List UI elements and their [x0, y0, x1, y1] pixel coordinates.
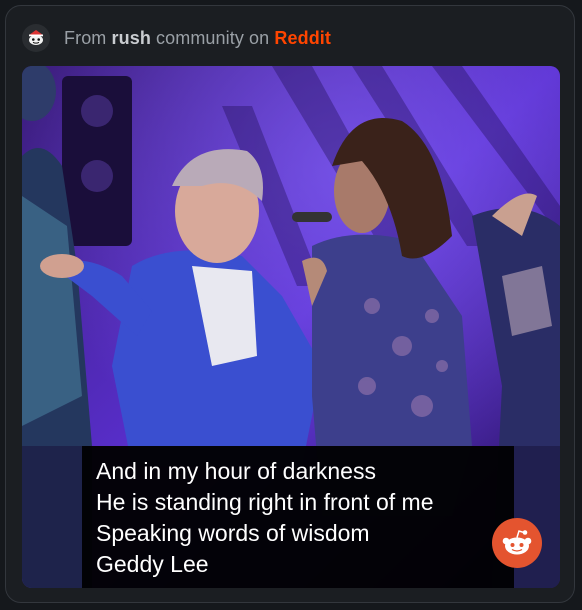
snoo-icon	[29, 30, 43, 45]
community-name-link[interactable]: rush	[112, 28, 151, 48]
reddit-badge[interactable]	[492, 518, 542, 568]
reddit-logo-icon	[502, 530, 532, 555]
caption-line-2: He is standing right in front of me	[96, 489, 434, 515]
caption-line-1: And in my hour of darkness	[96, 458, 376, 484]
source-line: From rush community on Reddit	[64, 28, 331, 49]
source-prefix: From	[64, 27, 107, 48]
meme-caption: And in my hour of darkness He is standin…	[82, 446, 514, 588]
post-source-header: From rush community on Reddit	[22, 20, 331, 56]
community-avatar[interactable]	[22, 24, 50, 52]
caption-line-3: Speaking words of wisdom	[96, 520, 370, 546]
reddit-link[interactable]: Reddit	[274, 28, 331, 48]
caption-line-4: Geddy Lee	[96, 551, 209, 577]
source-middle: community on	[156, 27, 270, 48]
